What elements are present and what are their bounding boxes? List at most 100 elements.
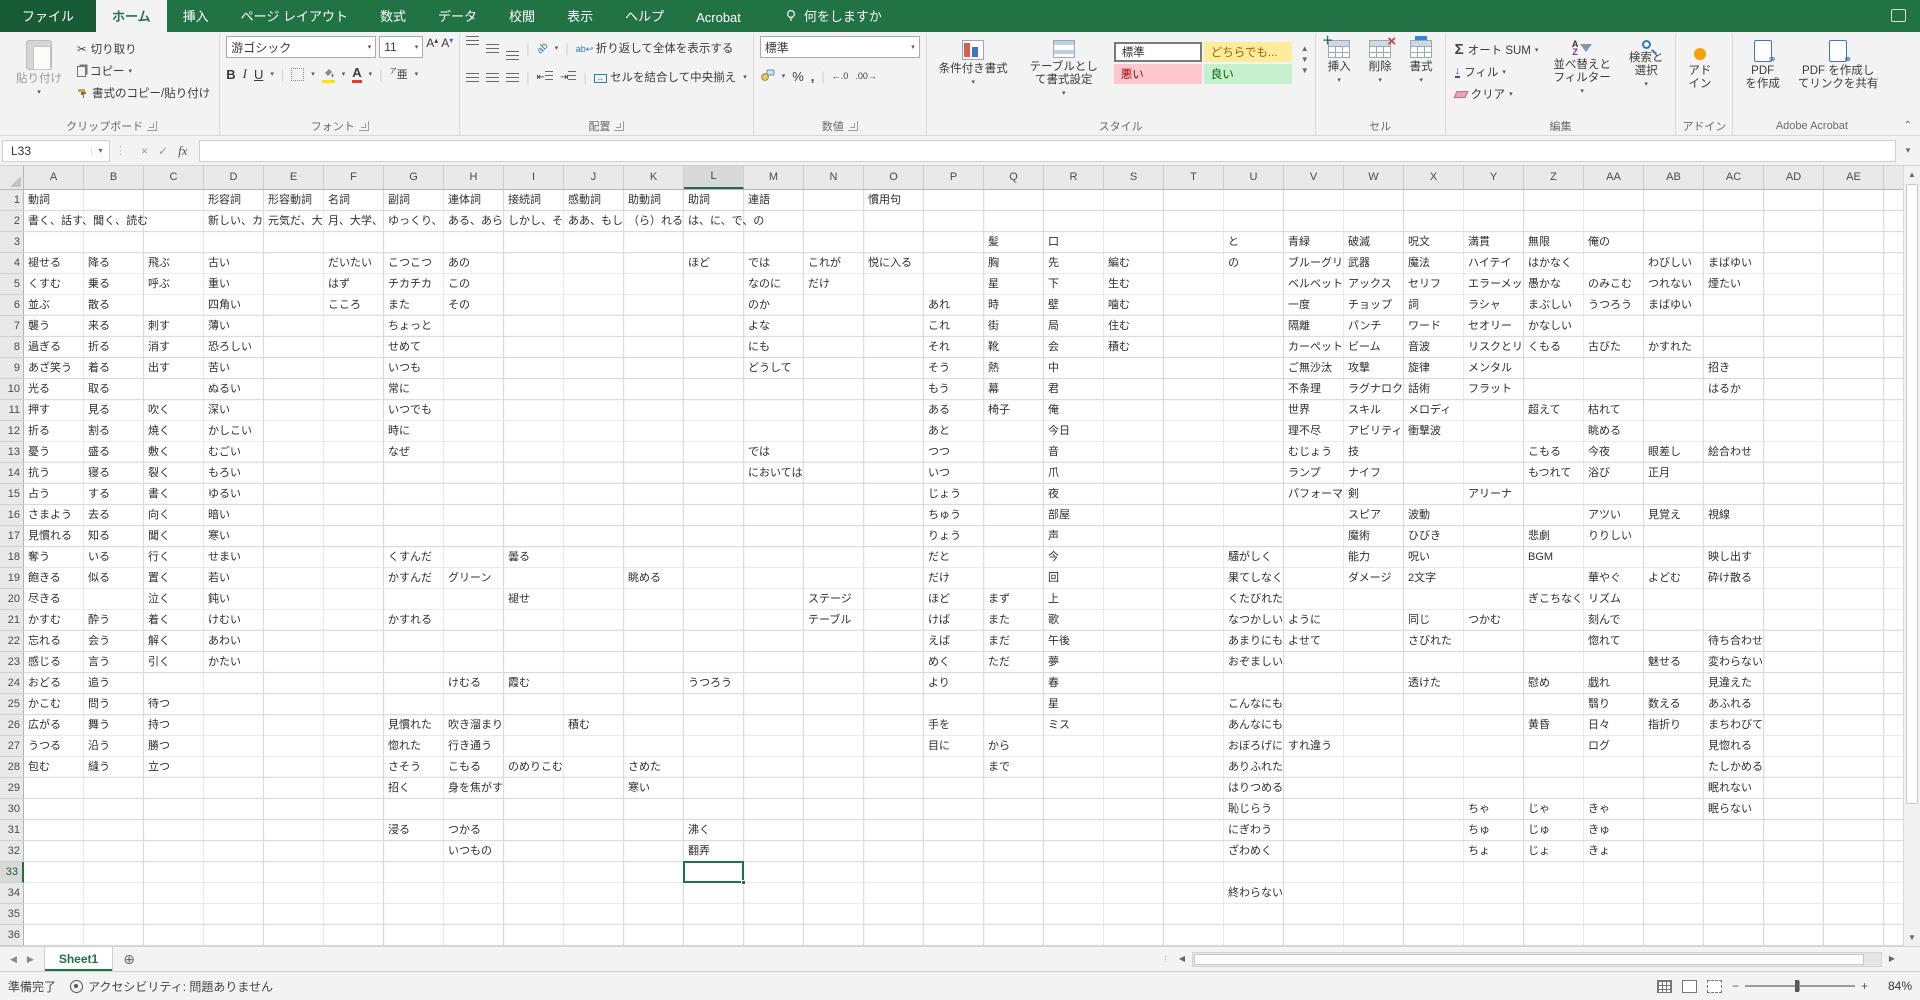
cell-A17[interactable]: 見慣れる bbox=[24, 526, 72, 547]
cell-C18[interactable]: 行く bbox=[144, 547, 170, 568]
cell-AC29[interactable]: 眠れない bbox=[1704, 778, 1752, 799]
row-header-34[interactable]: 34 bbox=[0, 883, 24, 904]
cell-U23[interactable]: おぞましい bbox=[1224, 652, 1283, 673]
zoom-level[interactable]: 84% bbox=[1878, 979, 1912, 993]
cell-M4[interactable]: では bbox=[744, 253, 770, 274]
column-header-F[interactable]: F bbox=[324, 166, 384, 189]
cell-B24[interactable]: 追う bbox=[84, 673, 110, 694]
cell-C26[interactable]: 持つ bbox=[144, 715, 170, 736]
cell-P26[interactable]: 手を bbox=[924, 715, 950, 736]
cell-R17[interactable]: 声 bbox=[1044, 526, 1059, 547]
column-header-T[interactable]: T bbox=[1164, 166, 1224, 189]
cell-A13[interactable]: 憂う bbox=[24, 442, 50, 463]
cell-A2[interactable]: 書く、話す、聞く、読む bbox=[24, 211, 148, 232]
formula-input[interactable] bbox=[199, 140, 1896, 162]
cell-AA3[interactable]: 俺の bbox=[1584, 232, 1610, 253]
cell-X6[interactable]: 詞 bbox=[1404, 295, 1419, 316]
cell-B6[interactable]: 散る bbox=[84, 295, 110, 316]
cell-AA5[interactable]: のみこむ bbox=[1584, 274, 1632, 295]
cell-P24[interactable]: より bbox=[924, 673, 950, 694]
cell-W13[interactable]: 技 bbox=[1344, 442, 1359, 463]
cell-U30[interactable]: 恥じらう bbox=[1224, 799, 1272, 820]
row-header-27[interactable]: 27 bbox=[0, 736, 24, 757]
scroll-right-icon[interactable]: ▶ bbox=[1884, 951, 1900, 967]
cell-P22[interactable]: えば bbox=[924, 631, 950, 652]
cell-P15[interactable]: じょう bbox=[924, 484, 961, 505]
increase-indent-button[interactable]: ⇥ bbox=[560, 71, 576, 83]
cell-K19[interactable]: 眺める bbox=[624, 568, 661, 589]
cell-B14[interactable]: 寝る bbox=[84, 463, 110, 484]
cell-style-good[interactable]: 良い bbox=[1204, 64, 1292, 84]
row-header-1[interactable]: 1 bbox=[0, 190, 24, 211]
cell-D22[interactable]: あわい bbox=[204, 631, 241, 652]
cell-D13[interactable]: むごい bbox=[204, 442, 241, 463]
cell-AA25[interactable]: 翳り bbox=[1584, 694, 1610, 715]
cell-P19[interactable]: だけ bbox=[924, 568, 950, 589]
cell-AA13[interactable]: 今夜 bbox=[1584, 442, 1610, 463]
row-header-23[interactable]: 23 bbox=[0, 652, 24, 673]
cell-AB5[interactable]: つれない bbox=[1644, 274, 1692, 295]
column-header-V[interactable]: V bbox=[1284, 166, 1344, 189]
cell-AA20[interactable]: リズム bbox=[1584, 589, 1621, 610]
column-header-W[interactable]: W bbox=[1344, 166, 1404, 189]
cell-B21[interactable]: 酔う bbox=[84, 610, 110, 631]
cell-A12[interactable]: 折る bbox=[24, 421, 50, 442]
cell-H32[interactable]: いつもの bbox=[444, 841, 492, 862]
cell-G26[interactable]: 見慣れた bbox=[384, 715, 432, 736]
cell-Z30[interactable]: じゃ bbox=[1524, 799, 1550, 820]
cell-C13[interactable]: 敷く bbox=[144, 442, 170, 463]
cell-H4[interactable]: あの bbox=[444, 253, 470, 274]
cell-Y30[interactable]: ちゃ bbox=[1464, 799, 1490, 820]
cell-Y7[interactable]: セオリー bbox=[1464, 316, 1512, 337]
cell-S7[interactable]: 住む bbox=[1104, 316, 1130, 337]
format-cells-button[interactable]: 書式▾ bbox=[1404, 36, 1439, 89]
cell-AC4[interactable]: まばゆい bbox=[1704, 253, 1752, 274]
cell-Z20[interactable]: ぎこちなく bbox=[1524, 589, 1583, 610]
column-header-O[interactable]: O bbox=[864, 166, 924, 189]
cell-W7[interactable]: パンチ bbox=[1344, 316, 1382, 337]
cell-G5[interactable]: チカチカ bbox=[384, 274, 432, 295]
cell-N5[interactable]: だけ bbox=[804, 274, 830, 295]
cell-C8[interactable]: 消す bbox=[144, 337, 170, 358]
cell-C28[interactable]: 立つ bbox=[144, 757, 170, 778]
cell-H28[interactable]: こもる bbox=[444, 757, 481, 778]
cell-C12[interactable]: 焼く bbox=[144, 421, 170, 442]
cell-X8[interactable]: 音波 bbox=[1404, 337, 1430, 358]
cell-AB14[interactable]: 正月 bbox=[1644, 463, 1670, 484]
cell-R9[interactable]: 中 bbox=[1044, 358, 1059, 379]
cell-V8[interactable]: カーペット bbox=[1284, 337, 1343, 358]
cell-V3[interactable]: 青緑 bbox=[1284, 232, 1310, 253]
cell-A22[interactable]: 忘れる bbox=[24, 631, 61, 652]
cell-Z17[interactable]: 悲劇 bbox=[1524, 526, 1550, 547]
number-dialog-launcher[interactable] bbox=[848, 121, 858, 131]
cell-V27[interactable]: すれ違う bbox=[1284, 736, 1332, 757]
format-painter-button[interactable]: 書式のコピー/貼り付け bbox=[74, 83, 213, 103]
cell-X18[interactable]: 呪い bbox=[1404, 547, 1430, 568]
row-header-19[interactable]: 19 bbox=[0, 568, 24, 589]
cell-A7[interactable]: 襲う bbox=[24, 316, 50, 337]
cell-Y21[interactable]: つかむ bbox=[1464, 610, 1501, 631]
scroll-left-icon[interactable]: ◀ bbox=[1174, 951, 1190, 967]
cell-U19[interactable]: 果てしなく bbox=[1224, 568, 1283, 589]
cell-I2[interactable]: しかし、そ bbox=[504, 211, 563, 232]
cell-A9[interactable]: あざ笑う bbox=[24, 358, 72, 379]
cell-style-neutral[interactable]: どちらでも... bbox=[1204, 42, 1292, 62]
cell-AA12[interactable]: 眺める bbox=[1584, 421, 1621, 442]
scroll-up-icon[interactable]: ▲ bbox=[1904, 166, 1920, 183]
cell-X24[interactable]: 透けた bbox=[1404, 673, 1441, 694]
cell-P11[interactable]: ある bbox=[924, 400, 950, 421]
horizontal-scroll-thumb[interactable] bbox=[1194, 954, 1864, 965]
cell-R14[interactable]: 爪 bbox=[1044, 463, 1059, 484]
cell-G18[interactable]: くすんだ bbox=[384, 547, 432, 568]
column-header-X[interactable]: X bbox=[1404, 166, 1464, 189]
cell-U28[interactable]: ありふれた bbox=[1224, 757, 1283, 778]
cell-W8[interactable]: ビーム bbox=[1344, 337, 1381, 358]
row-header-14[interactable]: 14 bbox=[0, 463, 24, 484]
column-header-L[interactable]: L bbox=[684, 166, 744, 189]
cell-J1[interactable]: 感動詞 bbox=[564, 190, 601, 211]
create-pdf-button[interactable]: PDF を作成 bbox=[1739, 36, 1786, 95]
cell-Z32[interactable]: じょ bbox=[1524, 841, 1550, 862]
column-header-AB[interactable]: AB bbox=[1644, 166, 1704, 189]
cell-B22[interactable]: 会う bbox=[84, 631, 110, 652]
cell-Y8[interactable]: リスクとリ bbox=[1464, 337, 1523, 358]
